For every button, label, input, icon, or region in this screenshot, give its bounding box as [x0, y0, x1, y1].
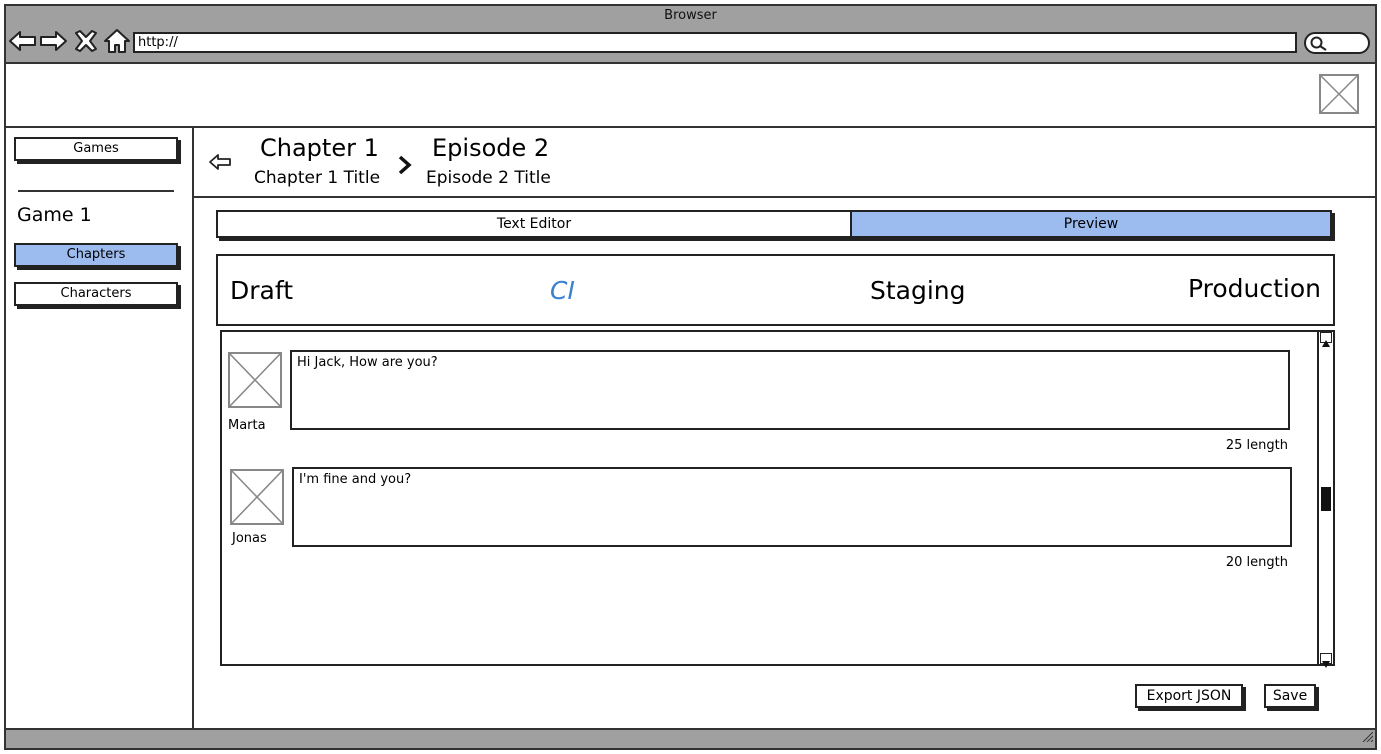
back-arrow-icon[interactable] — [8, 28, 38, 54]
character-name: Marta — [228, 418, 266, 433]
dialogue-text[interactable]: I'm fine and you? — [292, 467, 1292, 547]
editor-tabs: Text Editor Preview — [216, 210, 1332, 238]
tab-preview[interactable]: Preview — [850, 212, 1330, 236]
close-x-icon[interactable] — [71, 28, 101, 54]
logo-image-placeholder — [1319, 74, 1359, 114]
breadcrumb-chapter-title[interactable]: Chapter 1 — [260, 134, 379, 162]
breadcrumb: Chapter 1 Chapter 1 Title Episode 2 Epis… — [194, 128, 1375, 198]
main-content: Chapter 1 Chapter 1 Title Episode 2 Epis… — [194, 128, 1375, 728]
games-button[interactable]: Games — [14, 137, 178, 161]
save-button[interactable]: Save — [1264, 684, 1316, 708]
dialogue-text[interactable]: Hi Jack, How are you? — [290, 350, 1290, 430]
scroll-down-icon[interactable] — [1320, 653, 1332, 668]
length-label: 20 length — [1225, 555, 1288, 570]
list-item: Marta Hi Jack, How are you? 25 length — [222, 350, 1318, 460]
breadcrumb-chapter-subtitle: Chapter 1 Title — [254, 168, 381, 188]
forward-arrow-icon[interactable] — [38, 28, 68, 54]
tab-text-editor[interactable]: Text Editor — [218, 212, 850, 236]
home-icon[interactable] — [102, 28, 132, 54]
sidebar-item-characters[interactable]: Characters — [14, 282, 178, 306]
sidebar: Games Game 1 Chapters Characters — [6, 128, 194, 728]
game-title: Game 1 — [17, 204, 92, 226]
sidebar-divider — [18, 190, 174, 192]
search-icon — [1310, 36, 1327, 51]
stage-ci[interactable]: CI — [550, 276, 575, 305]
browser-title: Browser — [664, 8, 717, 23]
sidebar-item-chapters[interactable]: Chapters — [14, 243, 178, 267]
stage-draft[interactable]: Draft — [230, 276, 293, 305]
stage-production[interactable]: Production — [1188, 274, 1321, 303]
breadcrumb-episode-title[interactable]: Episode 2 — [432, 134, 549, 162]
avatar — [228, 352, 282, 408]
avatar — [230, 469, 284, 525]
browser-window: Browser http:// Games Game 1 Chapters Ch… — [4, 4, 1377, 750]
list-item: Jonas I'm fine and you? 20 length — [222, 467, 1318, 577]
resize-grip-icon[interactable] — [1361, 727, 1374, 746]
stage-staging[interactable]: Staging — [870, 276, 966, 305]
deployment-stages: Draft CI Staging Production — [216, 254, 1335, 326]
chevron-right-icon — [398, 154, 412, 180]
scroll-thumb[interactable] — [1321, 487, 1331, 511]
scroll-up-icon[interactable] — [1320, 332, 1332, 347]
export-json-button[interactable]: Export JSON — [1135, 684, 1243, 708]
browser-status-bar — [6, 728, 1375, 748]
character-name: Jonas — [232, 531, 267, 546]
app-header — [6, 64, 1375, 128]
back-arrow-icon[interactable] — [208, 152, 234, 176]
browser-search-field[interactable] — [1304, 32, 1370, 54]
scrollbar[interactable] — [1317, 332, 1333, 668]
url-input[interactable]: http:// — [133, 32, 1297, 53]
length-label: 25 length — [1225, 438, 1288, 453]
message-list: Marta Hi Jack, How are you? 25 length Jo… — [220, 330, 1335, 668]
browser-chrome: Browser http:// — [6, 6, 1375, 64]
breadcrumb-episode-subtitle: Episode 2 Title — [426, 168, 551, 188]
